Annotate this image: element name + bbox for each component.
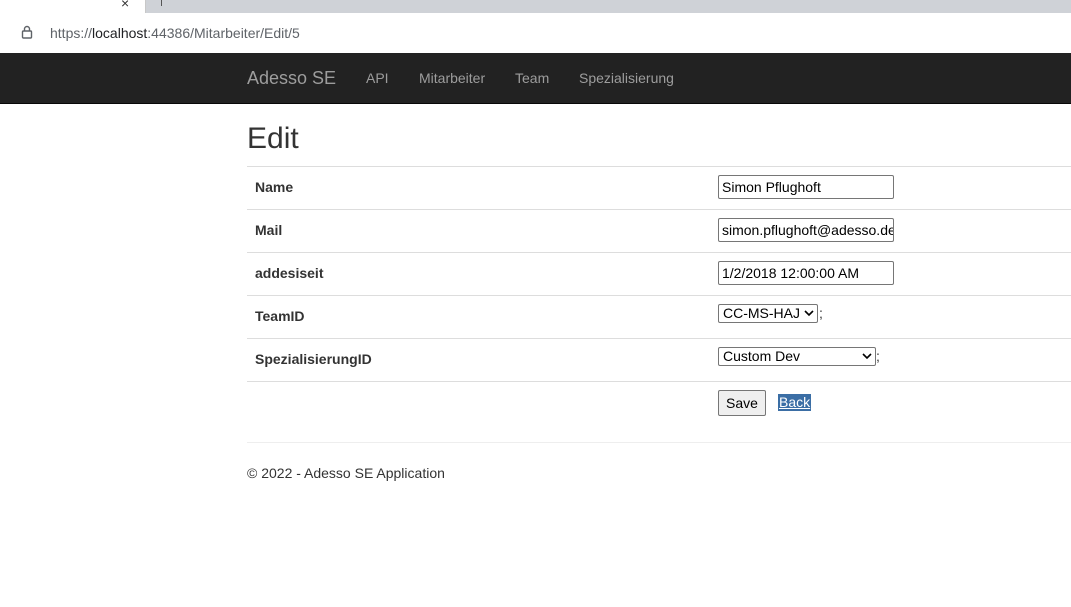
save-button[interactable]: Save (718, 390, 766, 416)
tab-close-icon[interactable]: × (121, 0, 129, 10)
footer-divider (247, 442, 1071, 443)
page-title: Edit (247, 122, 299, 155)
nav-item-spezialisierung[interactable]: Spezialisierung (579, 70, 674, 86)
edit-form: Name Simon Pflughoft Mail simon.pflughof… (247, 166, 1071, 444)
teamid-select[interactable]: CC-MS-HAJ (718, 304, 818, 323)
lock-icon[interactable] (20, 25, 34, 39)
tab-separator (161, 0, 162, 6)
mail-input[interactable]: simon.pflughoft@adesso.de (718, 218, 894, 242)
form-row-mail: Mail simon.pflughoft@adesso.de (247, 209, 1071, 252)
form-row-teamid: TeamID CC-MS-HAJ ; (247, 295, 1071, 338)
nav-item-api[interactable]: API (366, 70, 389, 86)
mail-label: Mail (255, 222, 283, 238)
chevron-down-icon (804, 310, 814, 317)
form-row-addesiseit: addesiseit 1/2/2018 12:00:00 AM (247, 252, 1071, 295)
teamid-selected-value: CC-MS-HAJ (723, 305, 800, 321)
chevron-down-icon (862, 353, 872, 360)
url-path: :44386/Mitarbeiter/Edit/5 (147, 25, 300, 41)
form-row-name: Name Simon Pflughoft (247, 166, 1071, 209)
nav-item-team[interactable]: Team (515, 70, 549, 86)
browser-tab-inactive[interactable] (146, 0, 1071, 13)
navbar: Adesso SE API Mitarbeiter Team Spezialis… (0, 53, 1071, 104)
url-host: localhost (92, 25, 148, 41)
url-prefix: https:// (50, 25, 93, 41)
spezialisierung-label: SpezialisierungID (255, 351, 372, 367)
addesiseit-label: addesiseit (255, 265, 324, 281)
name-input[interactable]: Simon Pflughoft (718, 175, 894, 199)
brand-link[interactable]: Adesso SE (247, 68, 336, 88)
name-label: Name (255, 179, 294, 195)
spezialisierung-semicolon: ; (876, 348, 880, 364)
nav-item-mitarbeiter[interactable]: Mitarbeiter (419, 70, 485, 86)
teamid-label: TeamID (255, 308, 305, 324)
form-row-spezialisierung: SpezialisierungID Custom Dev ; (247, 338, 1071, 381)
browser-tab-active[interactable]: × (0, 0, 146, 13)
back-link[interactable]: Back (778, 394, 812, 411)
teamid-semicolon: ; (819, 305, 823, 321)
footer-text: © 2022 - Adesso SE Application (247, 465, 445, 481)
url-text[interactable]: https://localhost:44386/Mitarbeiter/Edit… (50, 25, 300, 41)
form-row-actions: Save Back (247, 381, 1071, 444)
addesiseit-input[interactable]: 1/2/2018 12:00:00 AM (718, 261, 894, 285)
address-bar[interactable]: https://localhost:44386/Mitarbeiter/Edit… (0, 13, 1071, 54)
spezialisierung-select[interactable]: Custom Dev (718, 347, 876, 366)
browser-tab-strip: × (0, 0, 1071, 13)
spezialisierung-selected-value: Custom Dev (723, 348, 801, 364)
